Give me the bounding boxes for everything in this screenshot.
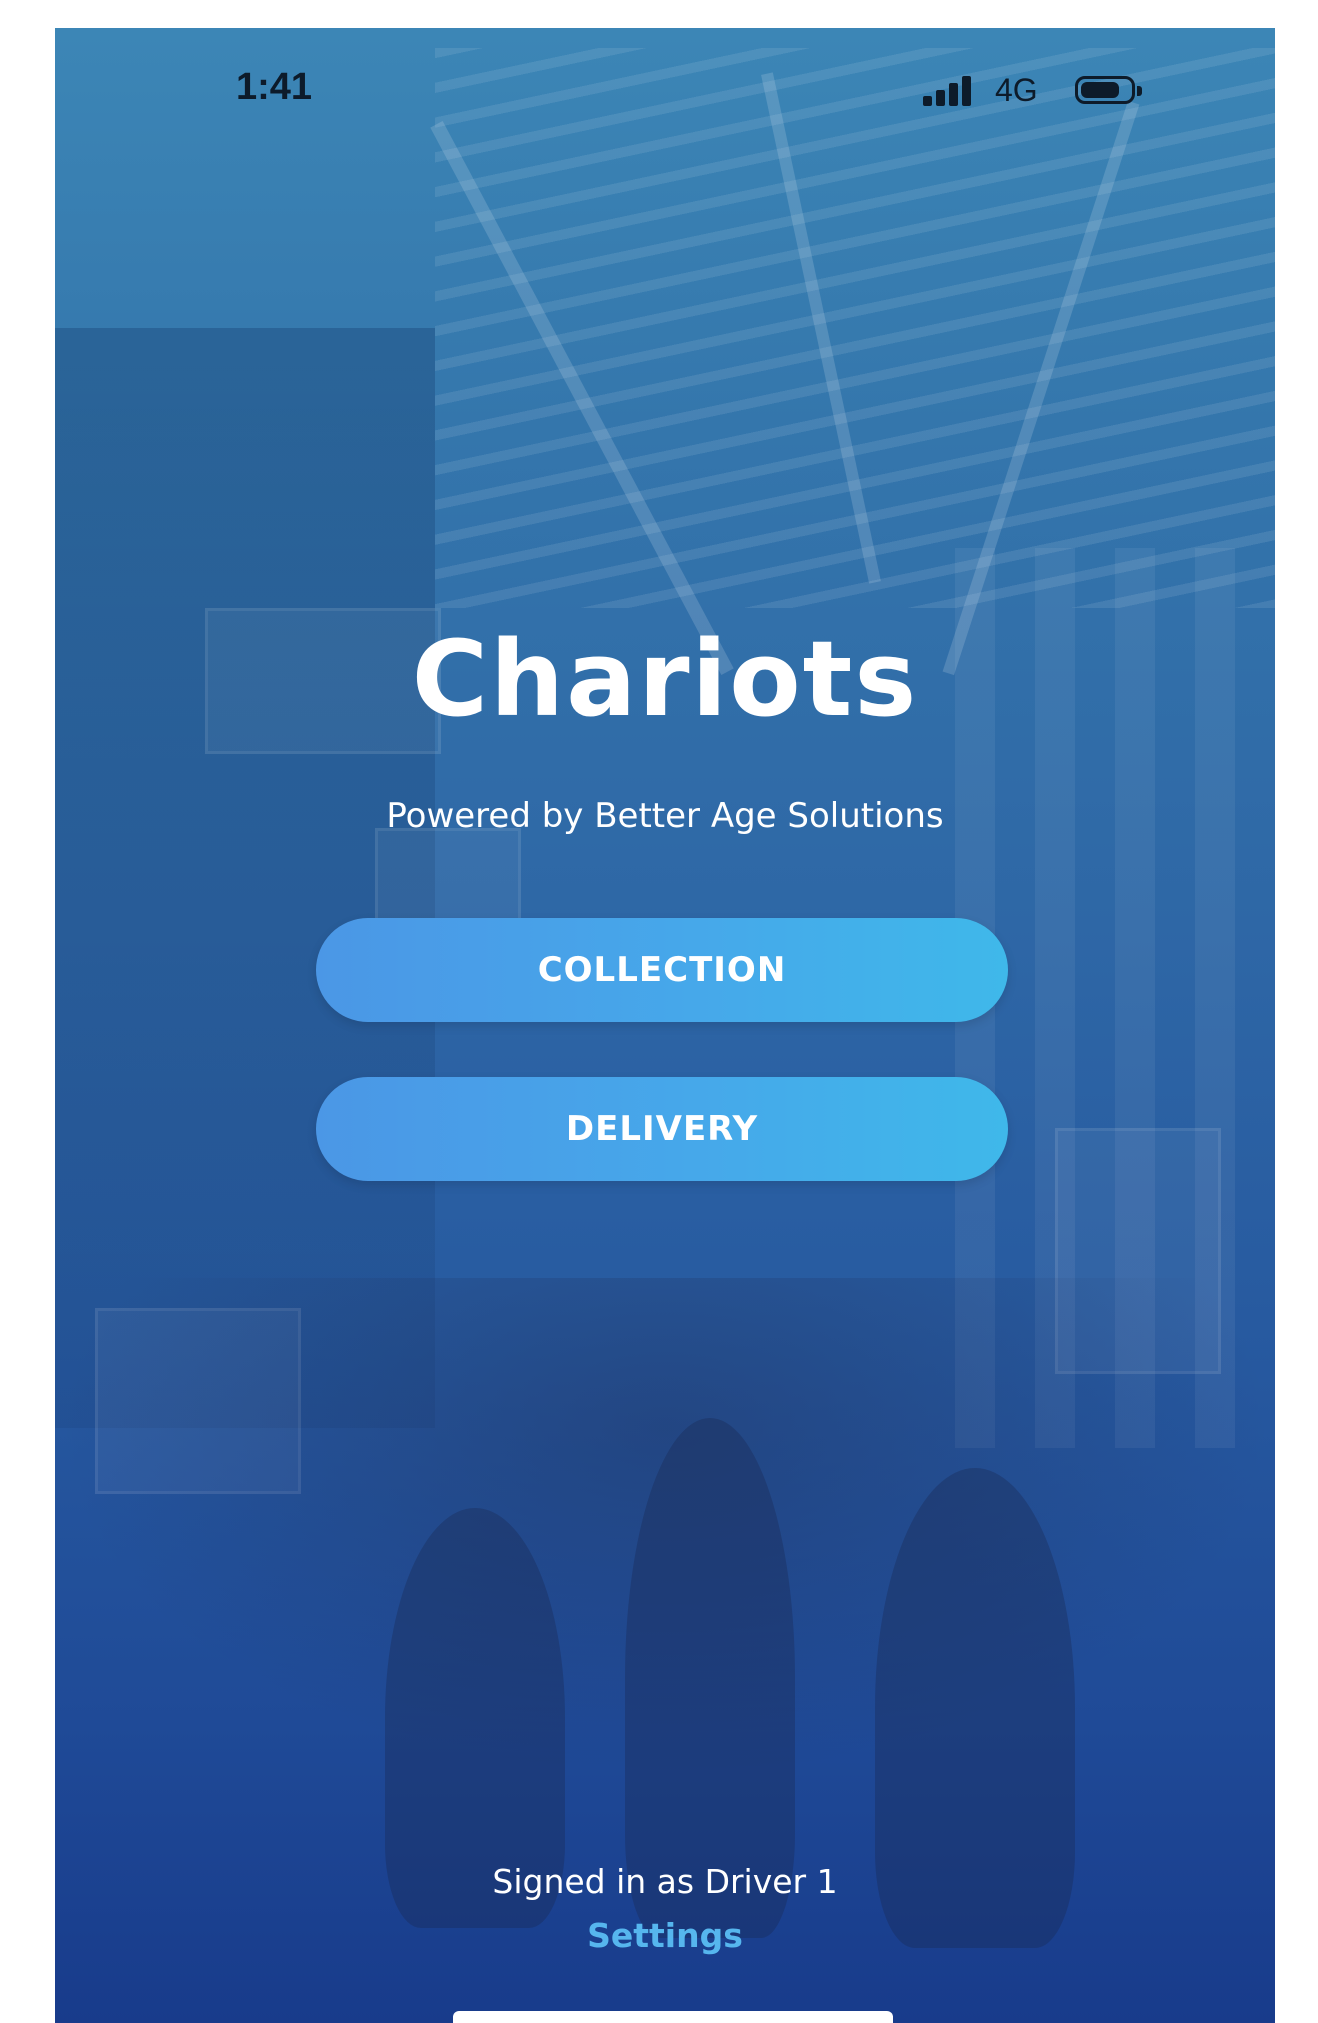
app-subtitle: Powered by Better Age Solutions <box>386 796 944 836</box>
collection-button[interactable]: COLLECTION <box>316 918 1008 1022</box>
status-bar: 1:41 4G <box>55 28 1275 148</box>
battery-icon <box>1075 76 1142 104</box>
background-photo <box>55 28 1275 2023</box>
app-title: Chariots <box>411 618 919 740</box>
network-type: 4G <box>995 72 1038 108</box>
signed-in-status: Signed in as Driver 1 <box>492 1862 838 1901</box>
delivery-button[interactable]: DELIVERY <box>316 1077 1008 1181</box>
pedestrian <box>625 1418 795 1938</box>
status-time: 1:41 <box>236 66 313 108</box>
settings-link[interactable]: Settings <box>55 1916 1275 1955</box>
signal-bars-icon <box>923 74 983 106</box>
home-indicator[interactable] <box>453 2011 893 2023</box>
app-screen: 1:41 4G Chariots Powered by Better Age S… <box>55 28 1275 2023</box>
